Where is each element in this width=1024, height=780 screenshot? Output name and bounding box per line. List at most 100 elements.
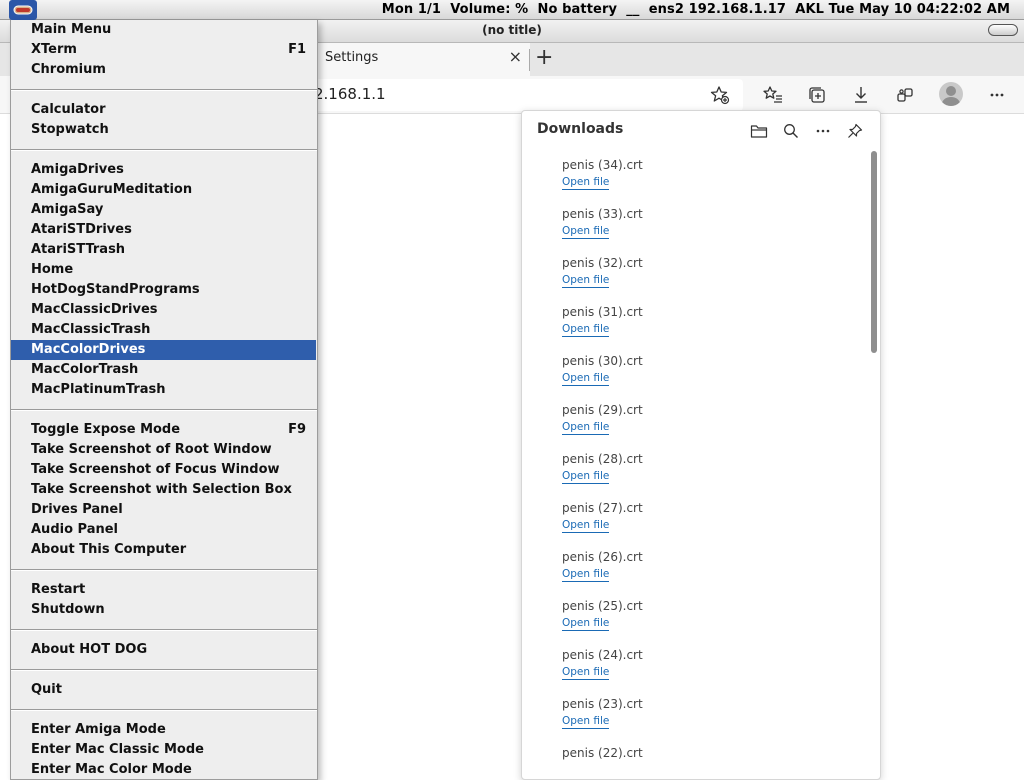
profile-avatar[interactable] [939,82,963,106]
more-options-icon[interactable] [812,120,834,142]
download-filename: penis (33).crt [562,207,643,221]
menu-item-calculator[interactable]: Calculator [11,100,316,120]
menu-item-macplatinumtrash[interactable]: MacPlatinumTrash [11,380,316,400]
downloads-icon[interactable] [848,82,874,108]
download-filename: penis (30).crt [562,354,643,368]
download-item[interactable]: penis (27).crt Open file [562,494,852,543]
open-file-link[interactable]: Open file [562,225,610,239]
download-item[interactable]: penis (26).crt Open file [562,543,852,592]
download-item[interactable]: penis (28).crt Open file [562,445,852,494]
menu-item-amigagurumeditation[interactable]: AmigaGuruMeditation [11,180,316,200]
download-item[interactable]: penis (31).crt Open file [562,298,852,347]
menu-item-maccolordrives[interactable]: MacColorDrives [11,340,316,360]
menu-item-enter-amiga-mode[interactable]: Enter Amiga Mode [11,720,316,740]
menu-separator [11,409,317,411]
main-menu-button[interactable] [9,0,37,20]
menu-item-shutdown[interactable]: Shutdown [11,600,316,620]
download-item[interactable]: penis (30).crt Open file [562,347,852,396]
tab-close-icon[interactable]: × [509,47,522,66]
menu-item-label: About HOT DOG [31,642,148,657]
download-item[interactable]: penis (22).crt [562,739,852,779]
open-file-link[interactable]: Open file [562,715,610,729]
menu-item-about-hot-dog[interactable]: About HOT DOG [11,640,316,660]
download-item[interactable]: penis (29).crt Open file [562,396,852,445]
download-item[interactable]: penis (23).crt Open file [562,690,852,739]
open-file-link[interactable]: Open file [562,568,610,582]
menu-item-label: Enter Amiga Mode [31,722,166,737]
downloads-panel: Downloads penis (34).crt Open file penis… [521,110,881,780]
menu-item-enter-mac-color-mode[interactable]: Enter Mac Color Mode [11,760,316,780]
menu-item-hotdogstandprograms[interactable]: HotDogStandPrograms [11,280,316,300]
extensions-icon[interactable] [892,82,918,108]
more-options-icon[interactable] [984,82,1010,108]
menu-item-main-menu[interactable]: Main Menu [11,20,316,40]
collections-icon[interactable] [804,82,830,108]
menu-item-label: HotDogStandPrograms [31,282,200,297]
menu-item-audio-panel[interactable]: Audio Panel [11,520,316,540]
menu-item-enter-mac-classic-mode[interactable]: Enter Mac Classic Mode [11,740,316,760]
menu-item-take-screenshot-of-focus-window[interactable]: Take Screenshot of Focus Window [11,460,316,480]
add-favorite-icon[interactable] [707,82,733,108]
favorites-icon[interactable] [760,82,786,108]
menu-item-restart[interactable]: Restart [11,580,316,600]
main-menu: Main Menu XTerm F1 Chromium Calculator Stopwa… [10,20,318,780]
menu-item-ataristtrash[interactable]: AtariSTTrash [11,240,316,260]
open-file-link[interactable]: Open file [562,519,610,533]
menu-item-amigasay[interactable]: AmigaSay [11,200,316,220]
menu-item-maccolortrash[interactable]: MacColorTrash [11,360,316,380]
menu-item-take-screenshot-of-root-window[interactable]: Take Screenshot of Root Window [11,440,316,460]
open-folder-icon[interactable] [748,120,770,142]
menu-item-chromium[interactable]: Chromium [11,60,316,80]
menu-item-home[interactable]: Home [11,260,316,280]
menu-item-shortcut: F1 [288,42,306,57]
pin-icon[interactable] [844,120,866,142]
menu-item-amigadrives[interactable]: AmigaDrives [11,160,316,180]
window-zoom-button[interactable] [988,24,1018,36]
menu-item-label: Main Menu [31,22,112,37]
search-icon[interactable] [780,120,802,142]
open-file-link[interactable]: Open file [562,666,610,680]
download-filename: penis (34).crt [562,158,643,172]
menu-item-label: Chromium [31,62,106,77]
open-file-link[interactable]: Open file [562,372,610,386]
menu-separator [11,149,317,151]
downloads-scrollbar[interactable] [870,151,878,779]
new-tab-button[interactable]: + [535,44,553,72]
open-file-link[interactable]: Open file [562,421,610,435]
menu-item-label: MacColorTrash [31,362,139,377]
scrollbar-thumb[interactable] [871,151,877,353]
tab-divider [529,49,530,71]
download-filename: penis (24).crt [562,648,643,662]
menu-item-macclassicdrives[interactable]: MacClassicDrives [11,300,316,320]
menu-item-drives-panel[interactable]: Drives Panel [11,500,316,520]
download-filename: penis (29).crt [562,403,643,417]
download-item[interactable]: penis (33).crt Open file [562,200,852,249]
menu-item-xterm[interactable]: XTerm F1 [11,40,316,60]
download-item[interactable]: penis (25).crt Open file [562,592,852,641]
menu-item-label: XTerm [31,42,77,57]
menu-item-toggle-expose-mode[interactable]: Toggle Expose Mode F9 [11,420,316,440]
menu-item-about-this-computer[interactable]: About This Computer [11,540,316,560]
download-item[interactable]: penis (34).crt Open file [562,151,852,200]
tab-settings[interactable]: Settings × [310,43,530,76]
open-file-link[interactable]: Open file [562,617,610,631]
open-file-link[interactable]: Open file [562,176,610,190]
menu-item-label: Calculator [31,102,106,117]
menu-item-label: AtariSTTrash [31,242,126,257]
download-item[interactable]: penis (24).crt Open file [562,641,852,690]
menu-item-label: About This Computer [31,542,187,557]
open-file-link[interactable]: Open file [562,470,610,484]
download-filename: penis (26).crt [562,550,643,564]
open-file-link[interactable]: Open file [562,274,610,288]
address-bar[interactable]: 2.168.1.1 [300,79,743,111]
hot-dog-icon [13,5,33,15]
menu-item-macclassictrash[interactable]: MacClassicTrash [11,320,316,340]
menu-item-label: Audio Panel [31,522,119,537]
open-file-link[interactable]: Open file [562,323,610,337]
menu-item-take-screenshot-with-selection-box[interactable]: Take Screenshot with Selection Box [11,480,316,500]
menu-item-stopwatch[interactable]: Stopwatch [11,120,316,140]
download-item[interactable]: penis (32).crt Open file [562,249,852,298]
menu-item-quit[interactable]: Quit [11,680,316,700]
downloads-title: Downloads [537,121,624,137]
menu-item-ataristdrives[interactable]: AtariSTDrives [11,220,316,240]
